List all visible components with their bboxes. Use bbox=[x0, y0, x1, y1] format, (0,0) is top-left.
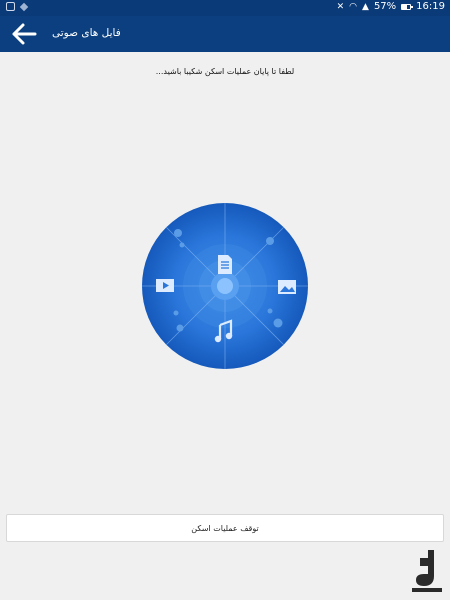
mute-icon: ✕ bbox=[336, 1, 345, 12]
image-icon bbox=[278, 280, 296, 294]
status-bar-right: ✕ ◠ ▲ 57% 16:19 bbox=[337, 1, 445, 12]
wifi-icon: ◠ bbox=[349, 1, 358, 12]
back-button[interactable] bbox=[9, 20, 39, 48]
watermark-logo bbox=[412, 550, 442, 592]
document-icon bbox=[218, 255, 232, 274]
video-icon bbox=[156, 279, 174, 292]
toolbar: فایل های صوتی bbox=[0, 16, 450, 52]
app-notification-icon bbox=[19, 2, 29, 11]
battery-icon bbox=[401, 3, 414, 10]
scan-radar bbox=[142, 203, 308, 369]
clock: 16:19 bbox=[416, 1, 445, 12]
battery-percent: 57% bbox=[373, 1, 397, 12]
stop-scan-button[interactable]: توقف عملیات اسکن bbox=[6, 514, 444, 542]
scan-message: لطفا تا پایان عملیات اسکن شکیبا باشید... bbox=[155, 67, 295, 76]
signal-icon: ▲ bbox=[362, 1, 369, 12]
arrow-left-icon bbox=[12, 23, 37, 45]
gallery-notification-icon bbox=[6, 2, 15, 11]
status-bar: ✕ ◠ ▲ 57% 16:19 bbox=[0, 0, 450, 16]
page-title: فایل های صوتی bbox=[52, 27, 121, 39]
status-bar-left bbox=[6, 2, 29, 11]
